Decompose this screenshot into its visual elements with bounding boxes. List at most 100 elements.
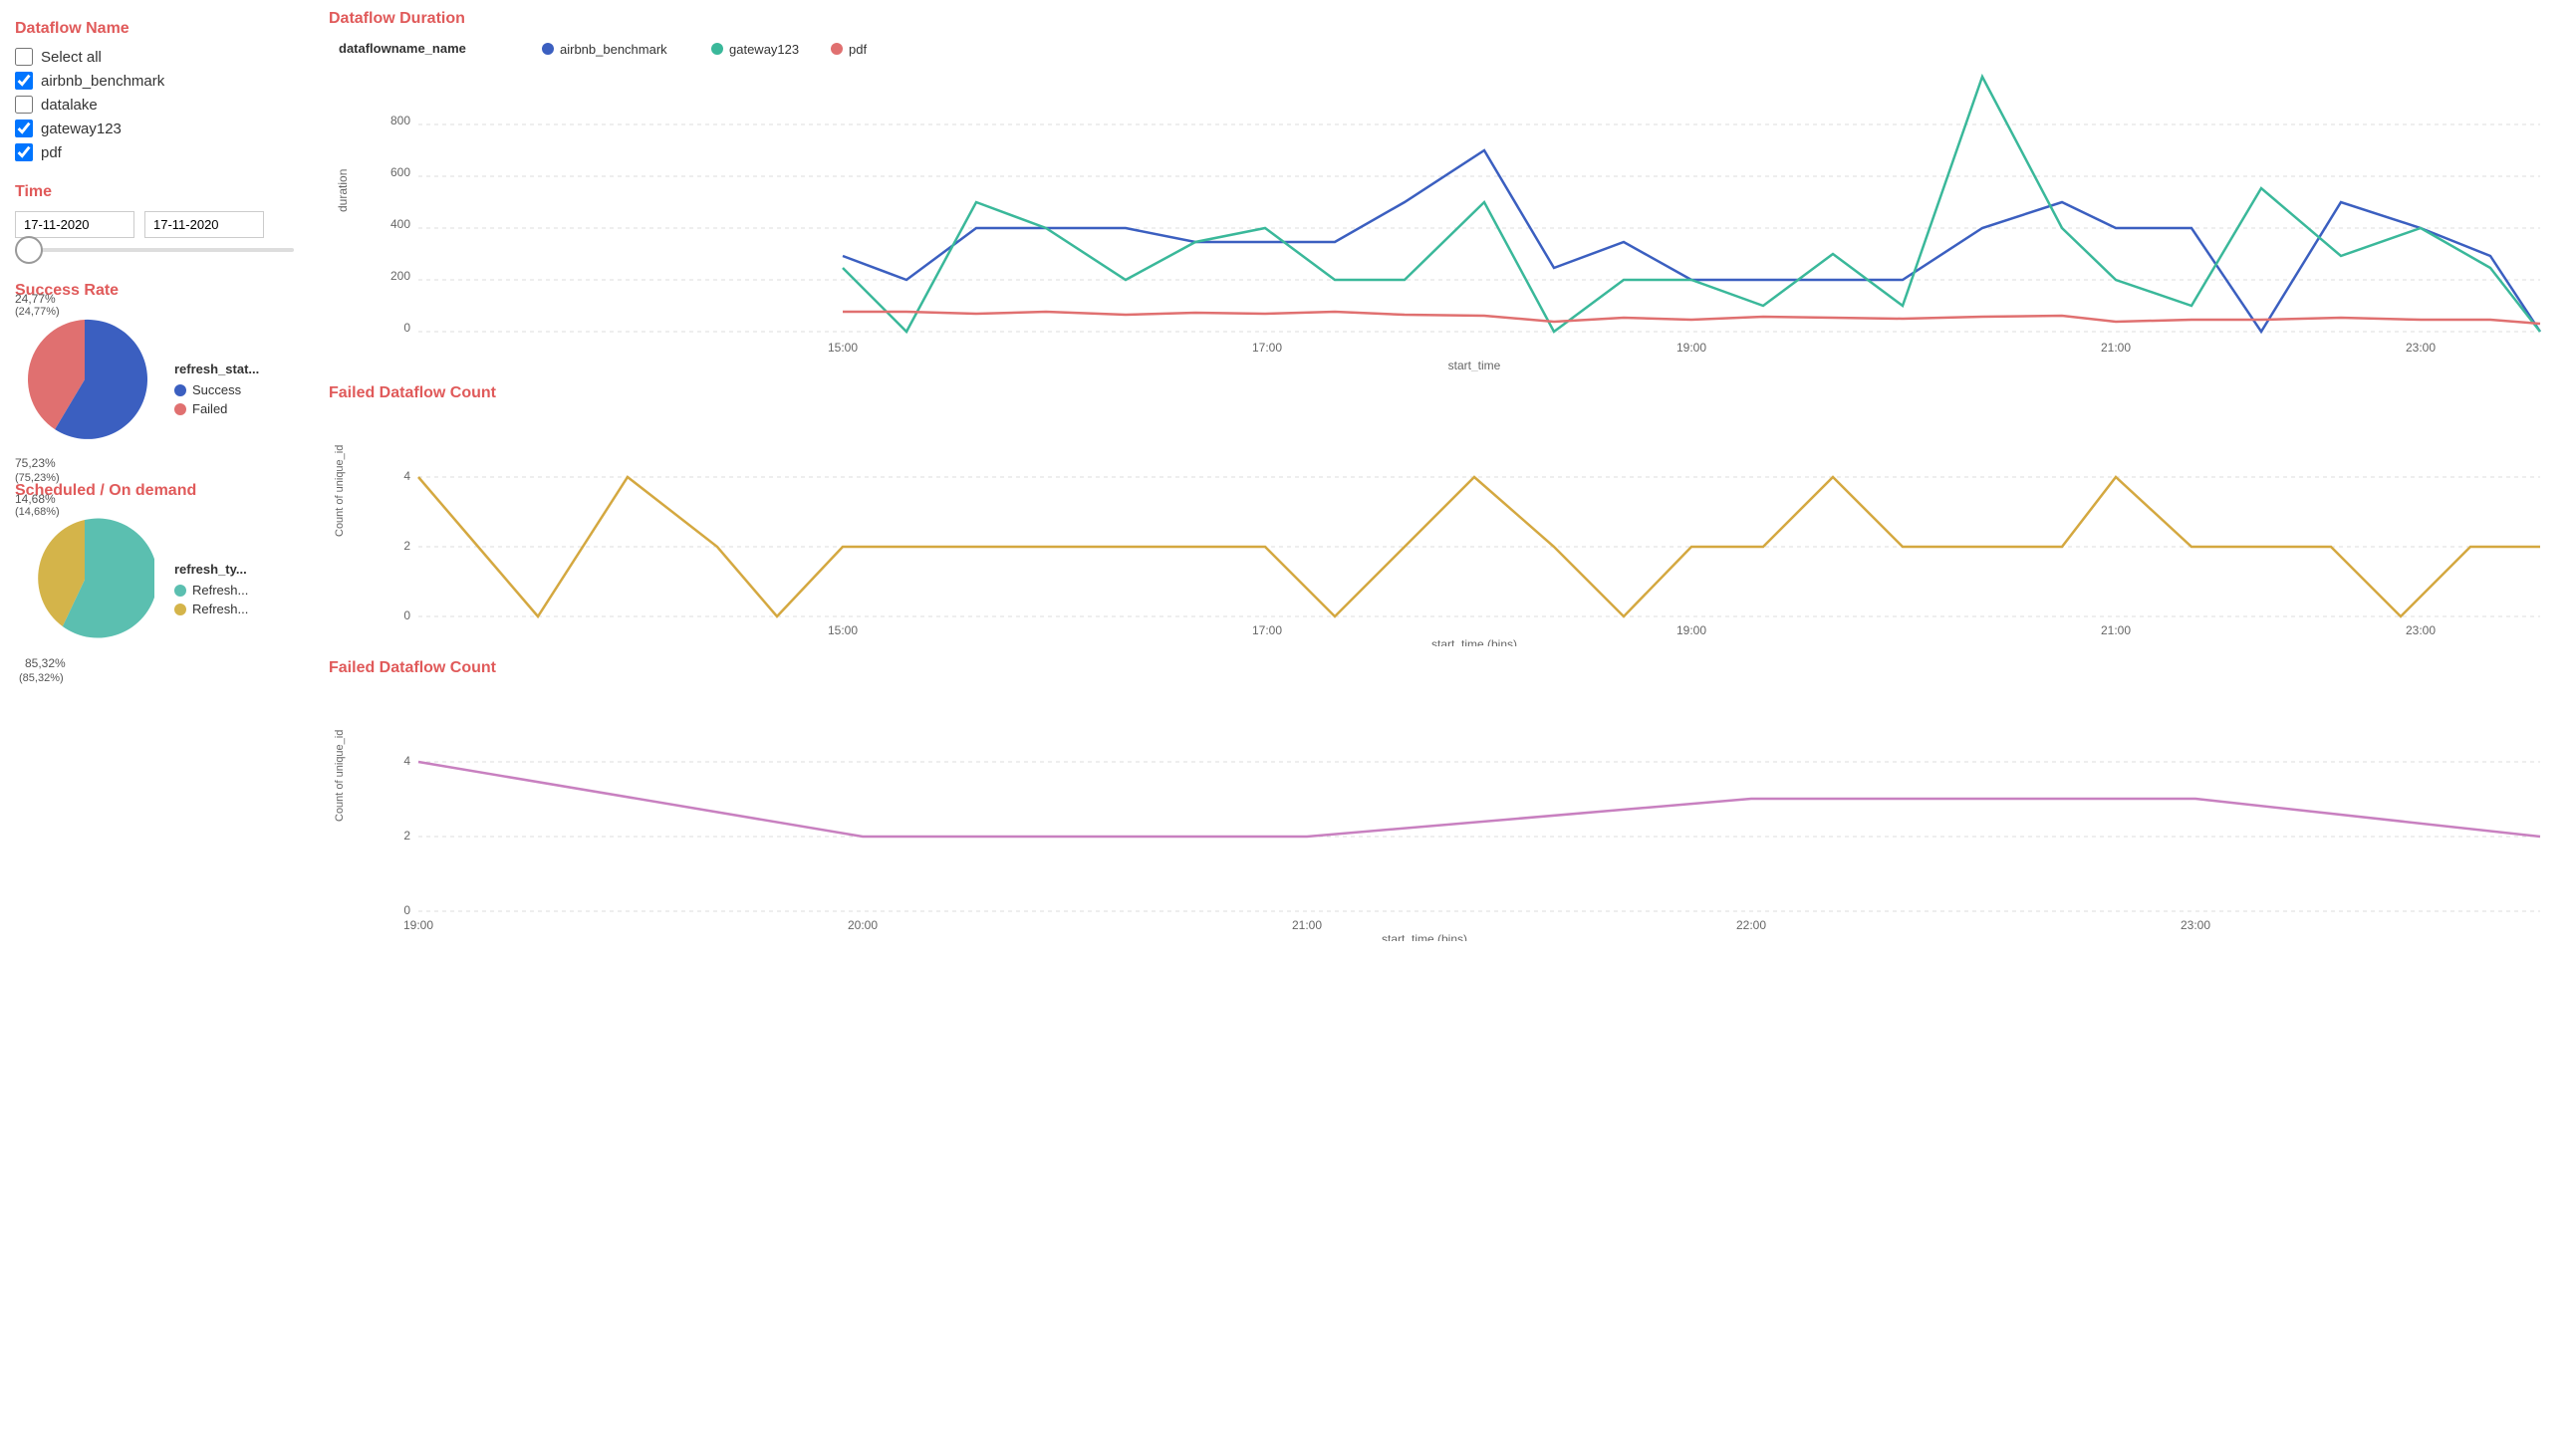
svg-text:19:00: 19:00 bbox=[1676, 623, 1706, 637]
select-all-checkbox[interactable] bbox=[15, 48, 33, 66]
success-paren-label: (75,23%) bbox=[15, 472, 60, 484]
svg-text:gateway123: gateway123 bbox=[729, 42, 799, 57]
failed-percent-label: 24,77% bbox=[15, 292, 56, 306]
scheduled-legend-label1: Refresh... bbox=[192, 583, 248, 598]
scheduled-pie-chart bbox=[15, 510, 154, 649]
svg-text:0: 0 bbox=[403, 321, 410, 335]
time-slider[interactable] bbox=[15, 248, 294, 252]
failed-count-chart: Count of unique_id 0 2 4 15:00 17:00 19:… bbox=[329, 407, 2560, 646]
scheduled-legend-label2: Refresh... bbox=[192, 602, 248, 616]
sidebar: Dataflow Name Select all airbnb_benchmar… bbox=[0, 0, 309, 1454]
svg-text:0: 0 bbox=[403, 903, 410, 917]
slider-thumb[interactable] bbox=[15, 236, 43, 264]
duration-chart-title: Dataflow Duration bbox=[329, 10, 2560, 28]
scheduled-pie-wrapper: 14,68% (14,68%) 85,32% (85,32%) bbox=[15, 510, 154, 652]
success-legend-success: Success bbox=[174, 382, 259, 397]
scheduled-legend-title: refresh_ty... bbox=[174, 562, 248, 577]
svg-text:19:00: 19:00 bbox=[403, 918, 433, 932]
success-pie-chart bbox=[15, 310, 154, 449]
svg-text:15:00: 15:00 bbox=[828, 341, 858, 355]
duration-chart-section: Dataflow Duration dataflowname_name airb… bbox=[329, 10, 2560, 374]
svg-text:17:00: 17:00 bbox=[1252, 341, 1282, 355]
success-percent-label: 75,23% bbox=[15, 456, 56, 470]
success-legend-title: refresh_stat... bbox=[174, 362, 259, 376]
svg-text:21:00: 21:00 bbox=[2101, 341, 2131, 355]
svg-text:airbnb_benchmark: airbnb_benchmark bbox=[560, 42, 667, 57]
pdf-item[interactable]: pdf bbox=[15, 143, 294, 161]
failed-count2-chart: Count of unique_id 0 2 4 19:00 20:00 21:… bbox=[329, 682, 2560, 941]
datalake-item[interactable]: datalake bbox=[15, 96, 294, 114]
datalake-checkbox[interactable] bbox=[15, 96, 33, 114]
failed-count2-chart-section: Failed Dataflow Count Count of unique_id… bbox=[329, 659, 2560, 944]
svg-text:19:00: 19:00 bbox=[1676, 341, 1706, 355]
scheduled-section: Scheduled / On demand 14,68% (14,68%) 85… bbox=[15, 482, 294, 652]
failed-legend-label: Failed bbox=[192, 401, 227, 416]
scheduled-percent-label: 85,32% bbox=[25, 656, 66, 670]
scheduled-legend-item2: Refresh... bbox=[174, 602, 248, 616]
svg-text:4: 4 bbox=[403, 469, 410, 483]
svg-text:20:00: 20:00 bbox=[848, 918, 878, 932]
gateway-checkbox[interactable] bbox=[15, 120, 33, 137]
time-title: Time bbox=[15, 183, 294, 201]
svg-text:2: 2 bbox=[403, 829, 410, 843]
date-inputs bbox=[15, 211, 294, 238]
datalake-label: datalake bbox=[41, 97, 98, 114]
failed-count-chart-section: Failed Dataflow Count Count of unique_id… bbox=[329, 384, 2560, 649]
main-content: Dataflow Duration dataflowname_name airb… bbox=[309, 0, 2576, 1454]
scheduled-title: Scheduled / On demand bbox=[15, 482, 294, 500]
svg-text:0: 0 bbox=[403, 608, 410, 622]
pdf-label: pdf bbox=[41, 144, 62, 161]
svg-text:21:00: 21:00 bbox=[2101, 623, 2131, 637]
gateway-item[interactable]: gateway123 bbox=[15, 120, 294, 137]
svg-text:Count of unique_id: Count of unique_id bbox=[334, 730, 346, 822]
svg-text:pdf: pdf bbox=[849, 42, 867, 57]
svg-text:15:00: 15:00 bbox=[828, 623, 858, 637]
svg-text:4: 4 bbox=[403, 754, 410, 768]
select-all-item[interactable]: Select all bbox=[15, 48, 294, 66]
success-pie-container: 24,77% (24,77%) 75,23% (75,23%) refresh_… bbox=[15, 310, 294, 452]
svg-text:start_time (bins): start_time (bins) bbox=[1382, 932, 1467, 941]
failed-paren-label: (24,77%) bbox=[15, 306, 60, 318]
scheduled-paren-label: (85,32%) bbox=[19, 672, 64, 684]
svg-text:2: 2 bbox=[403, 539, 410, 553]
svg-text:23:00: 23:00 bbox=[2181, 918, 2210, 932]
svg-text:duration: duration bbox=[336, 169, 350, 212]
svg-text:start_time (bins): start_time (bins) bbox=[1431, 637, 1517, 646]
svg-text:800: 800 bbox=[390, 114, 410, 127]
gold-dot bbox=[174, 604, 186, 615]
airbnb-item[interactable]: airbnb_benchmark bbox=[15, 72, 294, 90]
svg-text:start_time: start_time bbox=[1448, 359, 1501, 371]
svg-text:23:00: 23:00 bbox=[2406, 341, 2436, 355]
success-dot bbox=[174, 384, 186, 396]
success-legend-failed: Failed bbox=[174, 401, 259, 416]
svg-text:21:00: 21:00 bbox=[1292, 918, 1322, 932]
svg-text:22:00: 22:00 bbox=[1736, 918, 1766, 932]
ondemand-percent-label: 14,68% bbox=[15, 492, 56, 506]
duration-chart: dataflowname_name airbnb_benchmark gatew… bbox=[329, 33, 2560, 371]
svg-text:600: 600 bbox=[390, 165, 410, 179]
slider-track bbox=[15, 248, 294, 252]
svg-text:23:00: 23:00 bbox=[2406, 623, 2436, 637]
legend-label: dataflowname_name bbox=[339, 41, 466, 56]
success-pie-wrapper: 24,77% (24,77%) 75,23% (75,23%) bbox=[15, 310, 154, 452]
gateway-label: gateway123 bbox=[41, 121, 122, 137]
success-legend-label: Success bbox=[192, 382, 241, 397]
success-legend: refresh_stat... Success Failed bbox=[174, 362, 259, 420]
scheduled-pie-container: 14,68% (14,68%) 85,32% (85,32%) refresh_… bbox=[15, 510, 294, 652]
time-section: Time bbox=[15, 183, 294, 252]
svg-text:17:00: 17:00 bbox=[1252, 623, 1282, 637]
date-start-input[interactable] bbox=[15, 211, 134, 238]
dataflow-name-title: Dataflow Name bbox=[15, 20, 294, 38]
svg-text:400: 400 bbox=[390, 217, 410, 231]
date-end-input[interactable] bbox=[144, 211, 264, 238]
success-rate-title: Success Rate bbox=[15, 282, 294, 300]
airbnb-label: airbnb_benchmark bbox=[41, 73, 164, 90]
failed-count2-title: Failed Dataflow Count bbox=[329, 659, 2560, 677]
pdf-checkbox[interactable] bbox=[15, 143, 33, 161]
ondemand-paren-label: (14,68%) bbox=[15, 506, 60, 518]
airbnb-checkbox[interactable] bbox=[15, 72, 33, 90]
select-all-label: Select all bbox=[41, 49, 102, 66]
failed-count-title: Failed Dataflow Count bbox=[329, 384, 2560, 402]
success-rate-section: Success Rate 24,77% (24,77%) 75,23% (75,… bbox=[15, 282, 294, 452]
scheduled-legend: refresh_ty... Refresh... Refresh... bbox=[174, 562, 248, 620]
